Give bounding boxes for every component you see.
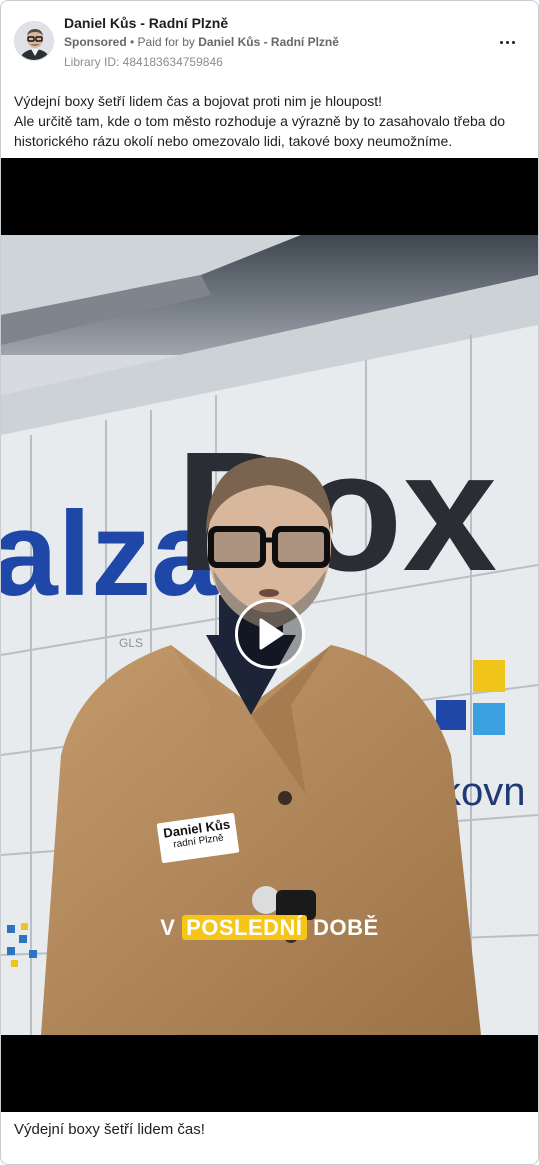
locker-small-label: GLS — [119, 636, 143, 650]
library-id: Library ID: 484183634759846 — [64, 55, 223, 69]
caption-word-1: V — [160, 915, 183, 940]
post-header: Daniel Kůs - Radní Plzně Sponsored • Pai… — [1, 1, 538, 81]
caption-highlight: POSLEDNÍ — [182, 915, 307, 940]
paid-for-by-name[interactable]: Daniel Kůs - Radní Plzně — [198, 35, 339, 49]
ad-card: Daniel Kůs - Radní Plzně Sponsored • Pai… — [0, 0, 539, 1165]
sponsored-label: Sponsored — [64, 35, 127, 49]
video-player[interactable]: alza Box GLS kovn Daniel Kůs radní Plzně… — [1, 158, 538, 1112]
avatar[interactable] — [14, 21, 54, 61]
paid-for-prefix: • Paid for by — [126, 35, 199, 49]
sponsored-line: Sponsored • Paid for by Daniel Kůs - Rad… — [64, 35, 339, 49]
body-line-2: Ale určitě tam, kde o tom město rozhoduj… — [14, 113, 506, 149]
post-body-text: Výdejní boxy šetří lidem čas a bojovat p… — [14, 91, 526, 151]
page-name[interactable]: Daniel Kůs - Radní Plzně — [64, 15, 228, 31]
ad-headline[interactable]: Výdejní boxy šetří lidem čas! — [14, 1121, 205, 1138]
body-line-1: Výdejní boxy šetří lidem čas a bojovat p… — [14, 93, 383, 109]
caption-word-2: DOBĚ — [306, 915, 379, 940]
more-dots-icon[interactable] — [491, 31, 523, 53]
play-icon[interactable] — [235, 599, 305, 669]
video-controls-bar — [1, 1078, 538, 1108]
video-caption: V POSLEDNÍ DOBĚ — [1, 915, 538, 941]
